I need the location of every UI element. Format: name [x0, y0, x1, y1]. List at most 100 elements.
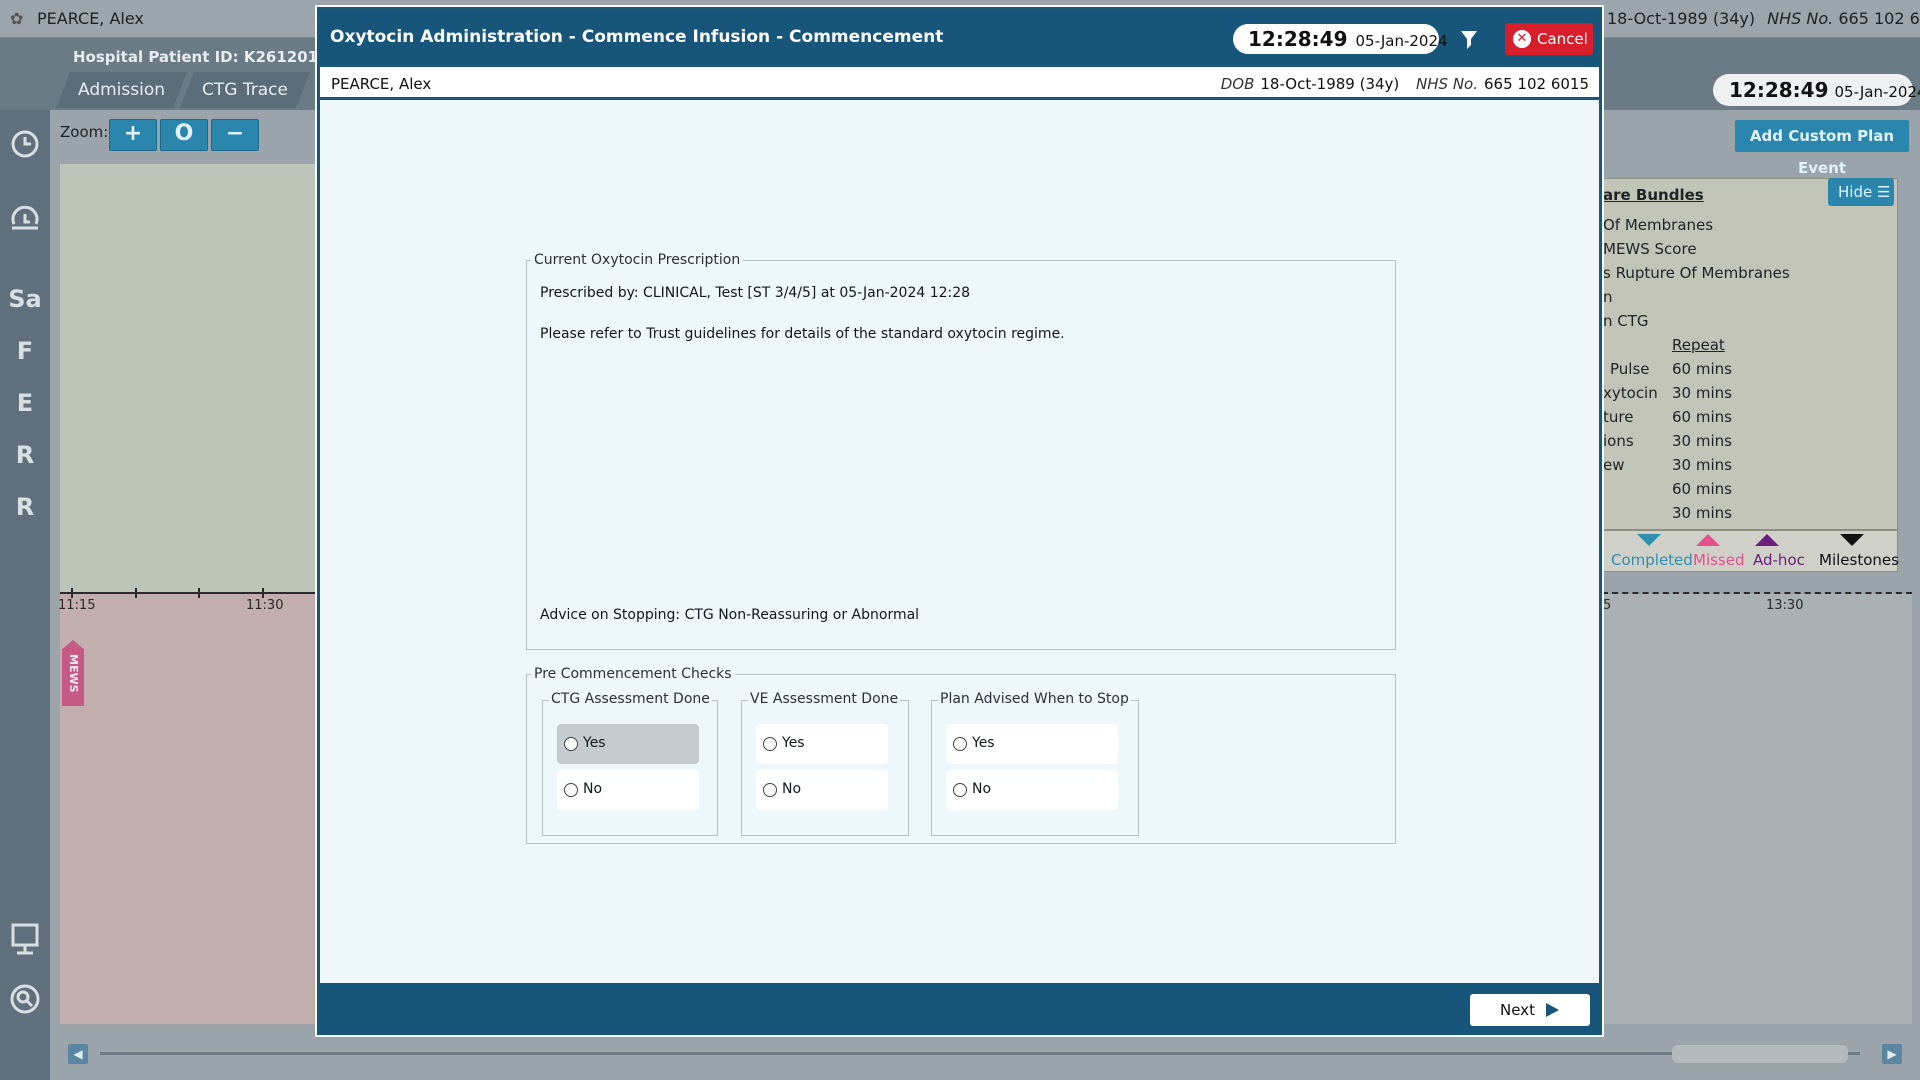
hide-panel-button[interactable]: Hide ☰ — [1828, 178, 1894, 206]
prescribed-by-text: Prescribed by: CLINICAL, Test [ST 3/4/5]… — [540, 285, 971, 301]
chart-right-area — [1602, 594, 1912, 1024]
patient-name: PEARCE, Alex — [331, 75, 432, 93]
radio-icon[interactable] — [564, 737, 578, 751]
plan-advised-label: Plan Advised When to Stop — [938, 691, 1131, 707]
axis-tick — [135, 588, 137, 598]
chart-upper-area — [60, 164, 318, 592]
ve-assessment-label: VE Assessment Done — [748, 691, 901, 707]
horizontal-scrollbar-track[interactable] — [100, 1052, 1860, 1055]
milestone-triangle-icon — [1840, 534, 1864, 546]
cancel-button[interactable]: ✕ Cancel — [1505, 23, 1593, 55]
ve-assessment-group: VE Assessment Done Yes No — [741, 691, 909, 836]
scroll-right-icon[interactable]: ▶ — [1882, 1044, 1902, 1064]
care-bundles-title: are Bundles — [1603, 186, 1704, 204]
legend-missed: Missed — [1693, 551, 1745, 569]
ve-assessment-no-option[interactable]: No — [756, 770, 888, 810]
adhoc-triangle-icon — [1755, 534, 1779, 546]
axis-tick-label: 11:30 — [246, 598, 284, 613]
patient-bar: PEARCE, Alex DOB 18-Oct-1989 (34y) NHS No… — [320, 67, 1599, 100]
care-bundle-item: n — [1603, 288, 1613, 306]
repeat-row-name: xytocin — [1603, 384, 1658, 402]
current-prescription-section: Current Oxytocin Prescription Prescribed… — [526, 252, 1396, 650]
sidebar-item-f[interactable]: F — [8, 334, 42, 368]
repeat-header: Repeat — [1672, 336, 1725, 354]
radio-icon[interactable] — [763, 737, 777, 751]
scroll-left-icon[interactable]: ◀ — [68, 1044, 88, 1064]
legend: Completed Missed Ad-hoc Milestones — [1602, 530, 1899, 572]
zoom-label: Zoom: — [60, 123, 109, 141]
radio-icon[interactable] — [953, 737, 967, 751]
tab-admission[interactable]: Admission — [56, 72, 187, 108]
plan-advised-no-option[interactable]: No — [946, 770, 1118, 810]
ctg-assessment-no-option[interactable]: No — [557, 770, 699, 810]
care-bundle-item: Of Membranes — [1603, 216, 1714, 234]
ve-assessment-yes-option[interactable]: Yes — [756, 724, 888, 764]
ctg-assessment-label: CTG Assessment Done — [549, 691, 712, 707]
patient-identifiers: DOB 18-Oct-1989 (34y) NHS No. 665 102 6015 — [1220, 75, 1589, 93]
care-bundle-item: s Rupture Of Membranes — [1603, 264, 1790, 282]
presentation-icon[interactable] — [8, 922, 42, 956]
add-custom-plan-event-button[interactable]: Add Custom Plan Event — [1735, 120, 1909, 177]
repeat-row-name: ew — [1603, 456, 1625, 474]
app-logo-icon: ✿ — [10, 9, 24, 28]
chart-time-axis — [60, 592, 318, 594]
plan-advised-yes-option[interactable]: Yes — [946, 724, 1118, 764]
search-icon[interactable] — [8, 982, 42, 1016]
radio-icon[interactable] — [953, 783, 967, 797]
completed-triangle-icon — [1637, 534, 1661, 546]
sidebar-item-e[interactable]: E — [8, 386, 42, 420]
modal-title: Oxytocin Administration - Commence Infus… — [330, 27, 944, 47]
repeat-row-name: Pulse — [1610, 360, 1650, 378]
legend-completed: Completed — [1611, 551, 1693, 569]
zoom-reset-button[interactable]: O — [160, 119, 208, 151]
prescription-legend: Current Oxytocin Prescription — [534, 252, 741, 268]
repeat-row-value: 30 mins — [1672, 456, 1732, 474]
repeat-row-value: 60 mins — [1672, 480, 1732, 498]
repeat-row-name: ions — [1603, 432, 1634, 450]
legend-adhoc: Ad-hoc — [1753, 551, 1805, 569]
alarm-clock-icon[interactable] — [8, 126, 42, 160]
tab-ctg-trace[interactable]: CTG Trace — [180, 72, 310, 108]
repeat-row-value: 30 mins — [1672, 504, 1732, 522]
pre-commencement-checks-section: Pre Commencement Checks CTG Assessment D… — [526, 666, 1396, 844]
repeat-row-value: 30 mins — [1672, 432, 1732, 450]
axis-tick-label: 11:15 — [58, 598, 96, 613]
care-bundle-item: n CTG — [1603, 312, 1649, 330]
repeat-row-value: 30 mins — [1672, 384, 1732, 402]
missed-triangle-icon — [1696, 534, 1720, 546]
zoom-out-button[interactable]: − — [211, 119, 259, 151]
repeat-row-value: 60 mins — [1672, 360, 1732, 378]
ctg-assessment-yes-option[interactable]: Yes — [557, 724, 699, 764]
menu-icon: ☰ — [1876, 183, 1891, 201]
repeat-row-name: ture — [1603, 408, 1634, 426]
modal-footer: Next — [320, 983, 1599, 1035]
axis-tick — [198, 588, 200, 598]
radio-icon[interactable] — [763, 783, 777, 797]
axis-tick-label: 5 — [1603, 598, 1612, 613]
horizontal-scrollbar-thumb[interactable] — [1672, 1045, 1848, 1063]
checks-legend: Pre Commencement Checks — [534, 666, 732, 682]
mews-marker[interactable]: MEWS — [62, 640, 84, 706]
history-clock-icon[interactable] — [8, 202, 42, 236]
sidebar-item-sa[interactable]: Sa — [8, 282, 42, 316]
legend-milestones: Milestones — [1819, 551, 1899, 569]
guideline-text: Please refer to Trust guidelines for det… — [540, 326, 1065, 342]
modal-clock: 12:28:49 05-Jan-2024 — [1233, 24, 1448, 54]
sidebar-item-r2[interactable]: R — [8, 490, 42, 524]
zoom-in-button[interactable]: + — [109, 119, 157, 151]
plan-advised-group: Plan Advised When to Stop Yes No — [931, 691, 1139, 836]
sidebar-item-r1[interactable]: R — [8, 438, 42, 472]
chart-lower-area — [60, 592, 318, 1024]
next-button[interactable]: Next — [1470, 994, 1590, 1026]
axis-tick — [262, 588, 264, 598]
close-icon: ✕ — [1513, 30, 1531, 48]
axis-tick — [71, 588, 73, 598]
care-bundle-item: MEWS Score — [1603, 240, 1697, 258]
radio-icon[interactable] — [564, 783, 578, 797]
ctg-assessment-group: CTG Assessment Done Yes No — [542, 691, 718, 836]
care-bundles-panel: are Bundles Of Membranes MEWS Score s Ru… — [1602, 178, 1898, 530]
filter-icon[interactable] — [1460, 30, 1478, 50]
chart-right-axis — [1602, 592, 1912, 594]
bg-patient-name: PEARCE, Alex — [37, 9, 144, 28]
bg-patient-info: 18-Oct-1989 (34y)NHS No. 665 102 6015 — [1607, 9, 1920, 28]
